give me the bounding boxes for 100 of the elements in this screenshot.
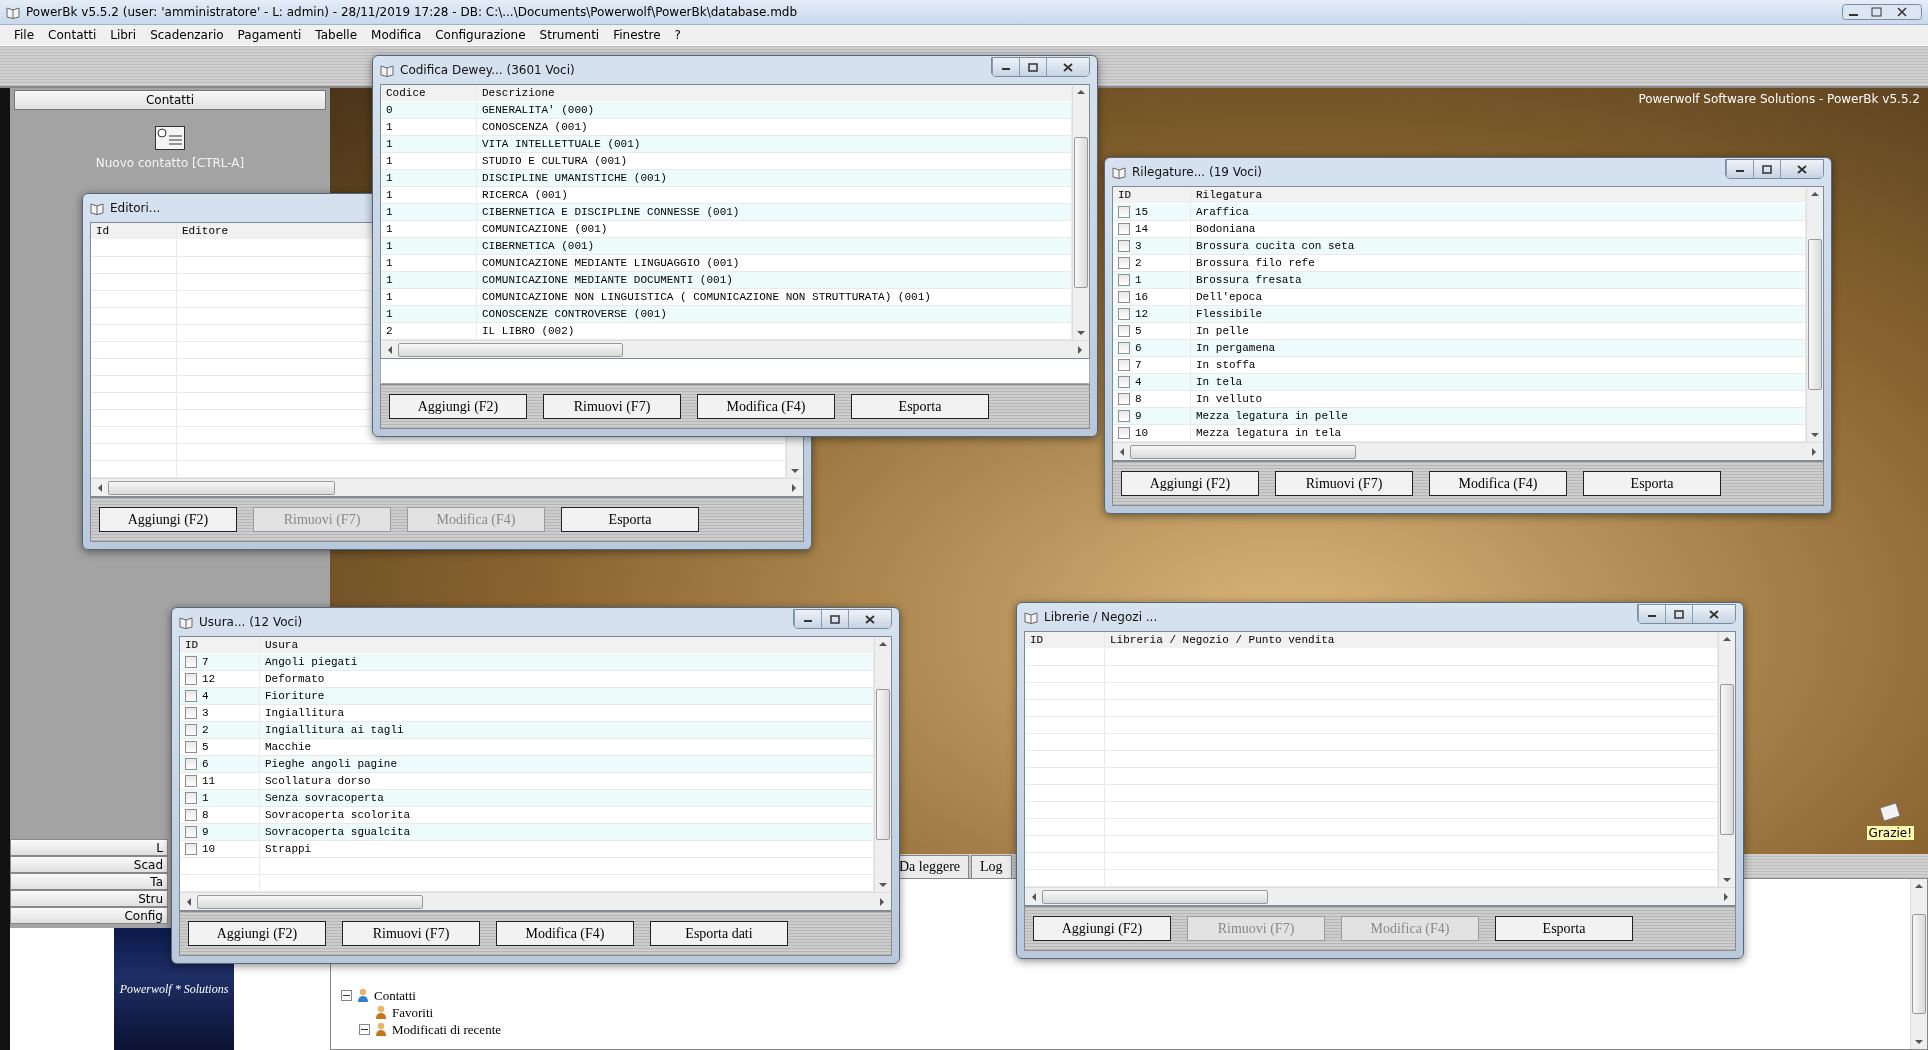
sidebar-button[interactable]: Scad <box>10 856 168 873</box>
horizontal-scrollbar[interactable] <box>91 478 803 496</box>
checkbox[interactable] <box>1118 359 1130 371</box>
arrow-icon[interactable] <box>1077 88 1085 96</box>
vertical-scrollbar[interactable] <box>874 637 891 892</box>
horizontal-scrollbar[interactable] <box>180 892 891 910</box>
arrow-icon[interactable] <box>1811 190 1819 198</box>
tree-item[interactable]: Modificati di recente <box>392 1021 501 1038</box>
scrollbar-thumb[interactable] <box>108 480 335 495</box>
menu-item[interactable]: Libri <box>104 28 143 42</box>
arrow-icon[interactable] <box>1030 892 1038 901</box>
scrollbar-thumb[interactable] <box>398 342 624 357</box>
arrow-icon[interactable] <box>1915 1038 1923 1046</box>
checkbox[interactable] <box>185 707 197 719</box>
pane-header[interactable]: Contatti <box>14 90 326 110</box>
arrow-icon[interactable] <box>1118 447 1126 456</box>
checkbox[interactable] <box>185 792 197 804</box>
checkbox[interactable] <box>1118 376 1130 388</box>
checkbox[interactable] <box>185 741 197 753</box>
menu-item[interactable]: Modifica <box>365 28 428 42</box>
column-header[interactable]: Codice <box>386 87 426 99</box>
close-button[interactable] <box>848 610 891 628</box>
dialog-button[interactable]: Esporta <box>1495 916 1633 941</box>
scrollbar-thumb[interactable] <box>1808 238 1822 391</box>
menu-item[interactable]: Strumenti <box>533 28 606 42</box>
checkbox[interactable] <box>1118 325 1130 337</box>
dialog-button[interactable]: Modifica (F4) <box>496 921 634 946</box>
dialog-button[interactable]: Aggiungi (F2) <box>389 394 527 419</box>
minimize-button[interactable] <box>1638 605 1665 623</box>
tab[interactable]: Log <box>971 855 1012 878</box>
sidebar-button[interactable]: Ta <box>10 873 168 890</box>
checkbox[interactable] <box>1118 206 1130 218</box>
checkbox[interactable] <box>1118 342 1130 354</box>
checkbox[interactable] <box>1118 427 1130 439</box>
minimize-button[interactable] <box>794 610 821 628</box>
window-controls-icon[interactable] <box>1842 4 1922 20</box>
menu-item[interactable]: ? <box>668 28 687 42</box>
checkbox[interactable] <box>185 809 197 821</box>
checkbox[interactable] <box>185 673 197 685</box>
minimize-button[interactable] <box>1726 160 1753 178</box>
checkbox[interactable] <box>1118 410 1130 422</box>
menu-item[interactable]: Configurazione <box>429 28 532 42</box>
column-header[interactable]: ID <box>1030 634 1044 646</box>
column-header[interactable]: Rilegatura <box>1196 189 1262 201</box>
menu-item[interactable]: Scadenzario <box>144 28 230 42</box>
arrow-icon[interactable] <box>96 483 104 492</box>
dialog-button[interactable]: Esporta <box>851 394 989 419</box>
scrollbar-thumb[interactable] <box>1130 444 1356 459</box>
dialog-button[interactable]: Aggiungi (F2) <box>99 507 237 532</box>
column-header[interactable]: Libreria / Negozio / Punto vendita <box>1110 634 1335 646</box>
arrow-icon[interactable] <box>185 897 193 906</box>
scrollbar-thumb[interactable] <box>1912 913 1926 1015</box>
dialog-button[interactable]: Esporta <box>561 507 699 532</box>
maximize-button[interactable] <box>821 610 848 628</box>
vertical-scrollbar[interactable] <box>1910 879 1927 1049</box>
menu-item[interactable]: Tabelle <box>309 28 364 42</box>
dialog-button[interactable]: Aggiungi (F2) <box>188 921 326 946</box>
scrollbar-thumb[interactable] <box>1720 683 1734 836</box>
checkbox[interactable] <box>185 775 197 787</box>
column-header[interactable]: Descrizione <box>482 87 555 99</box>
arrow-icon[interactable] <box>1915 882 1923 890</box>
collapse-toggle[interactable] <box>341 990 352 1001</box>
dialog-button[interactable]: Rimuovi (F7) <box>543 394 681 419</box>
column-header[interactable]: ID <box>185 639 199 651</box>
checkbox[interactable] <box>185 690 197 702</box>
vertical-scrollbar[interactable] <box>1806 187 1823 442</box>
contact-card-icon[interactable] <box>155 126 185 150</box>
checkbox[interactable] <box>185 724 197 736</box>
checkbox[interactable] <box>1118 223 1130 235</box>
maximize-button[interactable] <box>1019 58 1046 76</box>
checkbox[interactable] <box>1118 257 1130 269</box>
tree-item[interactable]: Favoriti <box>392 1004 434 1021</box>
dialog-button[interactable]: Rimuovi (F7) <box>342 921 480 946</box>
arrow-icon[interactable] <box>879 640 887 648</box>
scrollbar-thumb[interactable] <box>1042 889 1268 904</box>
column-header[interactable]: ID <box>1118 189 1132 201</box>
menu-item[interactable]: File <box>8 28 41 42</box>
dialog-button[interactable]: Modifica (F4) <box>697 394 835 419</box>
checkbox[interactable] <box>185 826 197 838</box>
menu-item[interactable]: Pagamenti <box>231 28 308 42</box>
dialog-button[interactable]: Esporta <box>1583 471 1721 496</box>
note-label[interactable]: Grazie! <box>1866 826 1914 840</box>
checkbox[interactable] <box>1118 240 1130 252</box>
maximize-button[interactable] <box>1753 160 1780 178</box>
collapse-toggle[interactable] <box>359 1024 370 1035</box>
close-button[interactable] <box>1046 58 1089 76</box>
close-button[interactable] <box>1780 160 1823 178</box>
checkbox[interactable] <box>1118 291 1130 303</box>
checkbox[interactable] <box>1118 308 1130 320</box>
dialog-button[interactable]: Esporta dati <box>650 921 788 946</box>
column-header[interactable]: Id <box>96 225 110 237</box>
note-icon[interactable] <box>1878 802 1903 822</box>
maximize-button[interactable] <box>1665 605 1692 623</box>
dialog-button[interactable]: Aggiungi (F2) <box>1033 916 1171 941</box>
dialog-button[interactable]: Modifica (F4) <box>1429 471 1567 496</box>
column-header[interactable]: Usura <box>265 639 298 651</box>
horizontal-scrollbar[interactable] <box>1025 887 1735 905</box>
horizontal-scrollbar[interactable] <box>1113 442 1823 460</box>
menu-item[interactable]: Contatti <box>42 28 103 42</box>
dialog-button[interactable]: Rimuovi (F7) <box>1275 471 1413 496</box>
